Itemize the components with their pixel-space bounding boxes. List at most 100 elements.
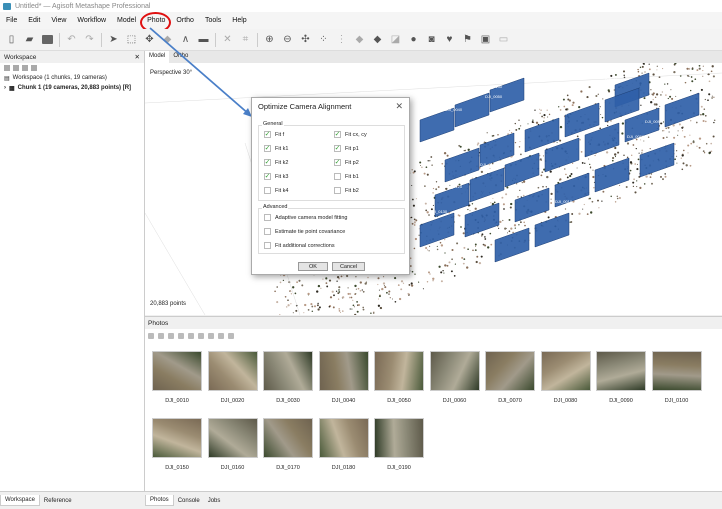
grid-icon[interactable]: ⋮: [335, 33, 348, 46]
photo-thumbnail[interactable]: DJI_0080: [540, 351, 591, 404]
photo-thumbnail[interactable]: DJI_0150: [152, 418, 202, 471]
menu-photo[interactable]: Photo: [140, 12, 172, 33]
checkbox-checked[interactable]: ✓: [264, 173, 271, 180]
option-fit-b1[interactable]: Fit b1: [334, 173, 359, 180]
menu-view[interactable]: View: [51, 17, 66, 24]
chevron-right-icon[interactable]: ›: [4, 85, 6, 91]
camera-plane[interactable]: [464, 202, 500, 238]
camera-plane[interactable]: [639, 142, 675, 178]
menu-tools[interactable]: Tools: [205, 17, 221, 24]
photo-thumbnail[interactable]: DJI_0160: [207, 418, 258, 471]
camera-plane[interactable]: [504, 152, 540, 188]
tab-photos[interactable]: Photos: [145, 495, 174, 506]
flag-icon[interactable]: ⚑: [461, 33, 474, 46]
camera-plane[interactable]: [494, 227, 530, 263]
camera-plane[interactable]: [664, 92, 700, 128]
photo-thumbnail[interactable]: DJI_0050: [374, 351, 424, 404]
camera-plane[interactable]: [534, 212, 570, 248]
tab-model[interactable]: Model: [145, 51, 170, 63]
model-shaded-icon[interactable]: ◆: [353, 33, 366, 46]
add-folder-icon[interactable]: [22, 65, 28, 71]
checkbox-checked[interactable]: ✓: [264, 131, 271, 138]
model-viewport[interactable]: DJI_0130 DJI_0120 DJI_0110 DJI_0010 DJI_0090…: [145, 63, 722, 315]
camera-plane[interactable]: [594, 157, 630, 193]
option-fit-k2[interactable]: ✓ Fit k2: [264, 159, 288, 166]
option-fit-k1[interactable]: ✓ Fit k1: [264, 145, 288, 152]
camera-plane[interactable]: [469, 167, 505, 203]
camera-plane[interactable]: [444, 147, 480, 183]
rectangle-select-icon[interactable]: ⬚: [125, 33, 138, 46]
tab-console[interactable]: Console: [174, 496, 204, 506]
sparse-cloud-scene[interactable]: DJI_0130 DJI_0120 DJI_0110 DJI_0010 DJI_0090…: [145, 63, 722, 315]
image-icon[interactable]: ▣: [479, 33, 492, 46]
photo-thumbnail[interactable]: DJI_0190: [374, 418, 424, 471]
menu-workflow[interactable]: Workflow: [77, 17, 106, 24]
details-icon[interactable]: [218, 333, 224, 339]
option-fit-p1[interactable]: ✓ Fit p1: [334, 145, 359, 152]
photo-thumbnail[interactable]: DJI_0030: [263, 351, 313, 404]
crop-icon[interactable]: ⌗: [239, 33, 252, 46]
zoom-in-icon[interactable]: ⊕: [263, 33, 276, 46]
photo-thumbnail[interactable]: DJI_0040: [318, 351, 369, 404]
add-chunk-icon[interactable]: [4, 65, 10, 71]
disable-icon[interactable]: [158, 333, 164, 339]
redo-icon[interactable]: ↷: [83, 33, 96, 46]
option-fit-k4[interactable]: Fit k4: [264, 187, 288, 194]
zoom-out-icon[interactable]: ⊖: [281, 33, 294, 46]
model-solid-icon[interactable]: ◆: [371, 33, 384, 46]
globe-icon[interactable]: ●: [407, 33, 420, 46]
checkbox-checked[interactable]: ✓: [264, 145, 271, 152]
remove-icon[interactable]: [31, 65, 37, 71]
checkbox-unchecked[interactable]: [264, 242, 271, 249]
tab-workspace[interactable]: Workspace: [0, 495, 40, 506]
checkbox-checked[interactable]: ✓: [334, 159, 341, 166]
option-fit-additional-corrections[interactable]: Fit additional corrections: [264, 242, 335, 249]
checkbox-unchecked[interactable]: [264, 187, 271, 194]
option-fit-k3[interactable]: ✓ Fit k3: [264, 173, 288, 180]
option-adaptive-camera-model-fitting[interactable]: Adaptive camera model fitting: [264, 214, 347, 221]
tab-jobs[interactable]: Jobs: [204, 496, 225, 506]
tab-ortho[interactable]: Ortho: [169, 51, 192, 63]
polyline-icon[interactable]: ∧: [179, 33, 192, 46]
close-icon[interactable]: ✕: [395, 101, 403, 112]
rotate-right-icon[interactable]: [188, 333, 194, 339]
option-estimate-tie-point-covariance[interactable]: Estimate tie point covariance: [264, 228, 345, 235]
camera-plane[interactable]: [514, 187, 550, 223]
checkbox-unchecked[interactable]: [334, 187, 341, 194]
enable-icon[interactable]: [148, 333, 154, 339]
camera-plane[interactable]: [419, 212, 455, 248]
point-cloud-icon[interactable]: ⁘: [317, 33, 330, 46]
checkbox-checked[interactable]: ✓: [334, 131, 341, 138]
checkbox-checked[interactable]: ✓: [264, 159, 271, 166]
photo-thumbnail[interactable]: DJI_0170: [263, 418, 313, 471]
option-fit-p2[interactable]: ✓ Fit p2: [334, 159, 359, 166]
menu-help[interactable]: Help: [232, 17, 246, 24]
menu-model[interactable]: Model: [117, 17, 136, 24]
save-icon[interactable]: [41, 33, 54, 46]
photo-thumbnail[interactable]: DJI_0060: [429, 351, 480, 404]
tab-reference[interactable]: Reference: [40, 496, 76, 506]
add-photos-icon[interactable]: [13, 65, 19, 71]
photo-thumbnail[interactable]: DJI_0100: [651, 351, 702, 404]
new-file-icon[interactable]: ▯: [5, 33, 18, 46]
menu-file[interactable]: File: [6, 17, 17, 24]
tree-item-workspace[interactable]: ▤ Workspace (1 chunks, 19 cameras): [0, 73, 144, 83]
checkbox-unchecked[interactable]: [334, 173, 341, 180]
camera-plane[interactable]: [419, 107, 455, 143]
option-fit-b2[interactable]: Fit b2: [334, 187, 359, 194]
grid-view-icon[interactable]: [228, 333, 234, 339]
reset-view-icon[interactable]: ✣: [299, 33, 312, 46]
rotate-left-icon[interactable]: [178, 333, 184, 339]
tree-item-chunk[interactable]: › ▦ Chunk 1 (19 cameras, 20,883 points) …: [0, 83, 144, 93]
photo-thumbnail[interactable]: DJI_0090: [596, 351, 646, 404]
mask-icon[interactable]: [198, 333, 204, 339]
camera-icon[interactable]: ◙: [425, 33, 438, 46]
photo-thumbnail[interactable]: DJI_0010: [152, 351, 202, 404]
navigation-icon[interactable]: ✥: [143, 33, 156, 46]
photo-thumbnail[interactable]: DJI_0020: [207, 351, 258, 404]
undo-icon[interactable]: ↶: [65, 33, 78, 46]
checkbox-unchecked[interactable]: [264, 214, 271, 221]
panel-icon[interactable]: ▭: [497, 33, 510, 46]
ruler-icon[interactable]: ▬: [197, 33, 210, 46]
cancel-button[interactable]: Cancel: [332, 262, 365, 271]
